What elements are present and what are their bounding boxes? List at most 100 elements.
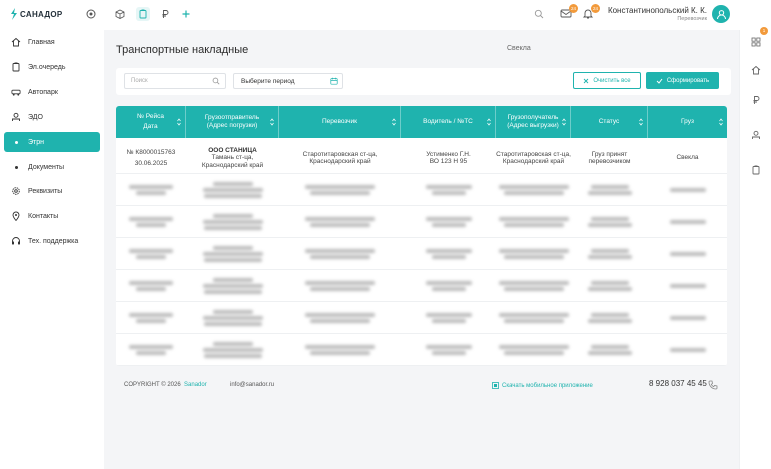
- period-select[interactable]: Выберите период: [233, 73, 343, 89]
- blurred-text: [202, 348, 263, 352]
- box-icon[interactable]: [113, 7, 127, 21]
- add-icon[interactable]: [179, 7, 193, 21]
- blurred-text: [425, 313, 472, 317]
- consignee-address: Старотитаровская ст-ца,: [496, 150, 571, 158]
- blurred-cell: [116, 174, 186, 206]
- column-carrier[interactable]: Перевозчик: [279, 106, 401, 138]
- blurred-text: [498, 217, 569, 221]
- table-row[interactable]: [116, 174, 727, 206]
- blurred-text: [503, 351, 564, 355]
- sidebar-item-support[interactable]: Тех. поддержка: [4, 231, 100, 251]
- trip-date: 30.06.2025: [134, 159, 168, 167]
- sidebar-item-label: Автопарк: [28, 88, 58, 96]
- sidebar-item-contacts[interactable]: Контакты: [4, 206, 100, 226]
- sidebar-item-label: Этрн: [28, 138, 44, 146]
- blurred-text: [202, 316, 263, 320]
- blurred-text: [305, 345, 375, 349]
- blurred-text: [212, 182, 253, 186]
- blurred-cell: [186, 238, 279, 270]
- sidebar-item-etrn[interactable]: Этрн: [4, 132, 100, 152]
- sidebar-item-fleet[interactable]: Автопарк: [4, 82, 100, 102]
- table-row[interactable]: [116, 270, 727, 302]
- blurred-text: [202, 284, 263, 288]
- blurred-cell: [116, 334, 186, 366]
- blurred-cell: [279, 302, 401, 334]
- home-rail-icon[interactable]: [751, 65, 761, 75]
- blurred-text: [669, 188, 706, 192]
- avatar[interactable]: [712, 5, 730, 23]
- column-subtitle: (Адрес погрузки): [206, 122, 258, 129]
- table-header: № Рейса Дата Грузоотправитель (Адрес погру…: [116, 106, 727, 138]
- cell-cargo: Свекла: [648, 142, 727, 174]
- blurred-text: [129, 185, 173, 189]
- blurred-text: [212, 246, 253, 250]
- blurred-text: [503, 191, 564, 195]
- blurred-text: [498, 249, 569, 253]
- sort-icon: [562, 118, 566, 126]
- mobile-app-link[interactable]: Скачать мобильное приложение: [492, 382, 593, 389]
- blurred-cell: [279, 174, 401, 206]
- cell-status: Груз принят перевозчиком: [571, 142, 648, 174]
- table-row[interactable]: [116, 302, 727, 334]
- blurred-text: [136, 223, 166, 227]
- sidebar-item-queue[interactable]: Эл.очередь: [4, 57, 100, 77]
- blurred-text: [305, 185, 375, 189]
- column-title: № Рейса: [137, 113, 164, 120]
- clear-all-label: Очистить все: [593, 77, 631, 84]
- blurred-cell: [571, 334, 648, 366]
- generate-button[interactable]: Сформировать: [646, 72, 719, 89]
- blurred-text: [212, 310, 253, 314]
- column-status[interactable]: Статус: [571, 106, 648, 138]
- column-trip-date[interactable]: № Рейса Дата: [116, 106, 186, 138]
- user-info[interactable]: Константинопольский К. К. Перевозчик: [608, 6, 707, 22]
- column-cargo[interactable]: Груз: [648, 106, 727, 138]
- table-row[interactable]: [116, 334, 727, 366]
- edo-rail-icon[interactable]: [751, 130, 761, 140]
- sidebar-item-home[interactable]: Главная: [4, 32, 100, 52]
- bell-icon[interactable]: 24: [582, 4, 600, 20]
- phone-icon[interactable]: [708, 380, 718, 390]
- search-icon[interactable]: [534, 9, 544, 19]
- phone-number[interactable]: 8 928 037 45 45: [649, 379, 707, 388]
- blurred-cell: [186, 206, 279, 238]
- sidebar-item-requisites[interactable]: Реквизиты: [4, 181, 100, 201]
- top-bar: САНАДОР 24 24 Константинопольский К. К. …: [0, 0, 771, 30]
- column-driver[interactable]: Водитель / №ТС: [401, 106, 496, 138]
- table-row[interactable]: № К8000015763 30.06.2025 ООО СТАНИЦА Таман…: [116, 142, 727, 174]
- logo[interactable]: САНАДОР: [10, 8, 63, 20]
- email-link[interactable]: info@sanador.ru: [230, 382, 274, 388]
- blurred-text: [590, 249, 629, 253]
- clear-all-button[interactable]: Очистить все: [573, 72, 641, 89]
- blurred-cell: [116, 238, 186, 270]
- ruble-icon[interactable]: [158, 7, 172, 21]
- cell-carrier: Старотитаровская ст-ца, Краснодарский кра…: [279, 142, 401, 174]
- mail-icon[interactable]: 24: [560, 4, 578, 20]
- ruble-rail-icon[interactable]: [751, 95, 761, 105]
- bell-badge: 24: [591, 4, 600, 13]
- clipboard-icon: [11, 62, 21, 72]
- blurred-text: [136, 319, 166, 323]
- sidebar-item-documents[interactable]: Документы: [4, 157, 100, 177]
- column-consignee[interactable]: Грузополучатель (Адрес выгрузки): [496, 106, 571, 138]
- sidebar-item-edo[interactable]: ЭДО: [4, 107, 100, 127]
- close-icon: [584, 78, 589, 83]
- blurred-cell: [116, 206, 186, 238]
- sidebar-item-label: Эл.очередь: [28, 63, 66, 71]
- status-subtext: перевозчиком: [588, 158, 631, 165]
- sidebar-item-label: ЭДО: [28, 113, 43, 121]
- collapse-sidebar-icon[interactable]: [86, 9, 96, 19]
- search-input[interactable]: Поиск: [124, 73, 226, 89]
- blurred-text: [305, 281, 375, 285]
- bullet-icon: [11, 137, 21, 147]
- brand-link[interactable]: Sanador: [184, 382, 207, 388]
- blurred-text: [136, 255, 166, 259]
- table-row[interactable]: [116, 206, 727, 238]
- clipboard-rail-icon[interactable]: [751, 165, 761, 175]
- filter-bar: Поиск Выберите период Очистить все Сформ…: [116, 68, 731, 95]
- grid-icon[interactable]: [751, 37, 761, 47]
- blurred-text: [431, 351, 466, 355]
- blurred-text: [212, 278, 253, 282]
- table-row[interactable]: [116, 238, 727, 270]
- document-tab-icon[interactable]: [136, 7, 150, 21]
- column-shipper[interactable]: Грузоотправитель (Адрес погрузки): [186, 106, 279, 138]
